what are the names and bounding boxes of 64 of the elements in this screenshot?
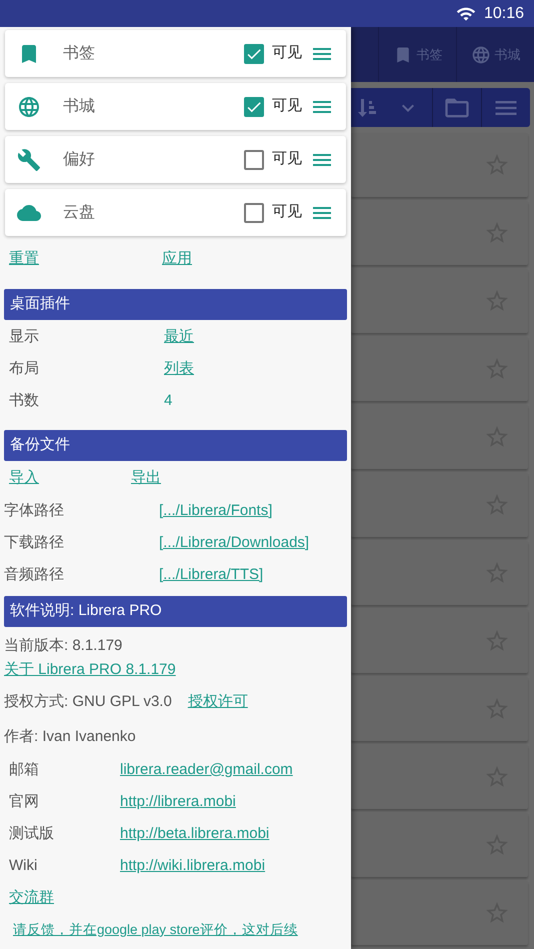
- about-link[interactable]: 关于 Librera PRO 8.1.179: [4, 659, 176, 682]
- book-card[interactable]: [351, 745, 528, 809]
- visible-checkbox[interactable]: [244, 202, 264, 222]
- contact-link[interactable]: http://wiki.librera.mobi: [120, 854, 266, 878]
- path-link[interactable]: [.../Librera/TTS]: [159, 564, 264, 586]
- book-card[interactable]: [351, 201, 528, 265]
- setting-label: 布局: [9, 358, 40, 379]
- author-text: 作者: Ivan Ivanenko: [4, 726, 136, 747]
- globe-icon: [470, 44, 490, 64]
- visible-label: 可见: [272, 43, 302, 64]
- contact-link[interactable]: http://librera.mobi: [120, 790, 236, 814]
- visible-checkbox[interactable]: [244, 96, 264, 116]
- section-label: 偏好: [63, 150, 96, 170]
- version-text: 当前版本: 8.1.179: [4, 636, 122, 656]
- book-card[interactable]: [351, 337, 528, 401]
- apply-link[interactable]: 应用: [162, 248, 192, 270]
- clock: 10:16: [484, 4, 524, 24]
- setting-label: 显示: [9, 326, 40, 347]
- export-link[interactable]: 导出: [131, 466, 161, 490]
- setting-value-link[interactable]: 最近: [164, 326, 194, 348]
- visible-checkbox[interactable]: [244, 150, 264, 170]
- path-link[interactable]: [.../Librera/Fonts]: [159, 500, 272, 522]
- book-card[interactable]: [351, 609, 528, 673]
- path-label: 音频路径: [4, 564, 65, 585]
- book-card[interactable]: [351, 813, 528, 877]
- visible-checkbox[interactable]: [244, 44, 264, 64]
- book-card[interactable]: [351, 133, 528, 197]
- contact-link[interactable]: http://beta.librera.mobi: [120, 822, 270, 846]
- visible-label: 可见: [272, 96, 302, 116]
- tab[interactable]: 书城: [456, 27, 534, 82]
- setting-value-link[interactable]: 列表: [164, 358, 194, 380]
- import-link[interactable]: 导入: [9, 468, 39, 486]
- contact-label: 测试版: [9, 824, 55, 844]
- visible-label: 可见: [272, 202, 302, 222]
- book-card[interactable]: [351, 677, 528, 741]
- reset-link[interactable]: 重置: [9, 250, 39, 267]
- license-link[interactable]: 授权许可: [188, 690, 248, 714]
- feedback-link[interactable]: 请反馈，并在google play store评价，这对后续: [13, 920, 298, 940]
- section-label: 书城: [63, 96, 96, 116]
- book-card[interactable]: [351, 473, 528, 537]
- visible-label: 可见: [272, 149, 302, 170]
- section-header: 备份文件: [4, 430, 347, 461]
- section-header: 桌面插件: [4, 289, 347, 320]
- contact-label: 官网: [9, 792, 40, 812]
- section-label: 云盘: [63, 202, 96, 222]
- group-link[interactable]: 交流群: [9, 886, 54, 910]
- tab[interactable]: 书签: [378, 27, 456, 82]
- book-card[interactable]: [351, 541, 528, 605]
- book-card[interactable]: [351, 405, 528, 469]
- path-label: 字体路径: [4, 500, 65, 521]
- book-card[interactable]: [351, 881, 528, 945]
- setting-value: 4: [164, 390, 172, 411]
- contact-link[interactable]: librera.reader@gmail.com: [120, 758, 293, 782]
- path-link[interactable]: [.../Librera/Downloads]: [159, 532, 310, 554]
- contact-label: Wiki: [9, 856, 38, 876]
- setting-label: 书数: [9, 390, 40, 411]
- book-card[interactable]: [351, 269, 528, 333]
- section-label: 书签: [63, 44, 96, 64]
- section-header: 软件说明: Librera PRO: [4, 596, 347, 627]
- path-label: 下载路径: [4, 532, 65, 553]
- globe-icon: [17, 94, 41, 118]
- wrench-icon: [17, 148, 41, 172]
- license-text: 授权方式: GNU GPL v3.0: [4, 692, 172, 712]
- contact-label: 邮箱: [9, 760, 40, 780]
